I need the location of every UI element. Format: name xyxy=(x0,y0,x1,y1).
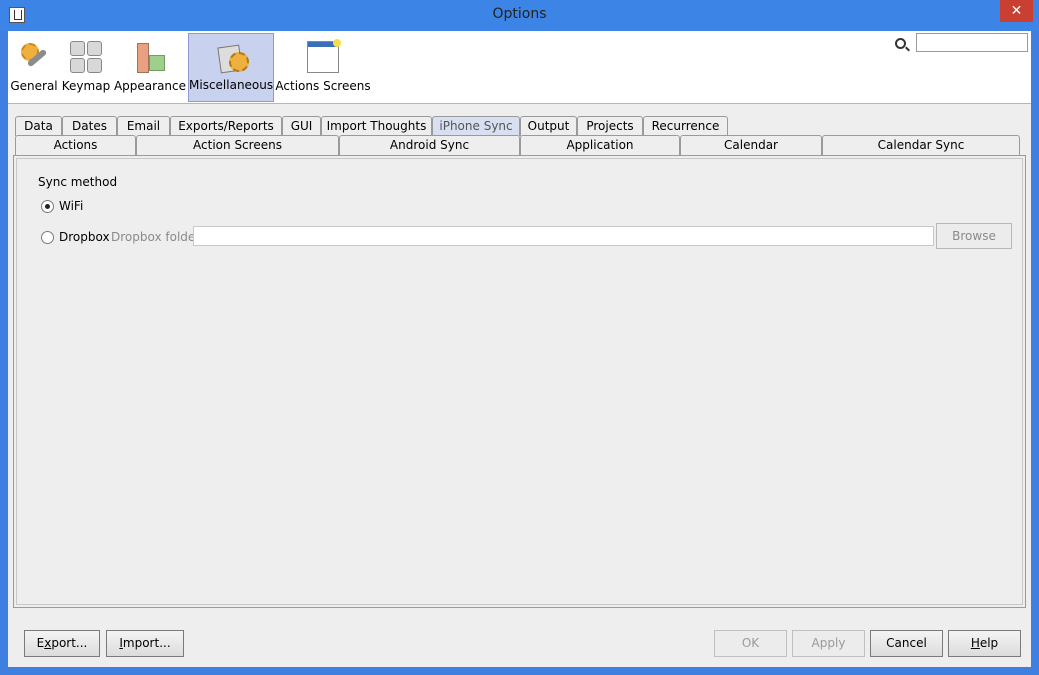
search-input[interactable] xyxy=(916,33,1028,52)
title-bar: Options ✕ xyxy=(0,0,1039,31)
tab-calendar-sync[interactable]: Calendar Sync xyxy=(822,135,1020,155)
appearance-icon xyxy=(134,41,166,73)
tab-projects[interactable]: Projects xyxy=(577,116,643,136)
help-button[interactable]: Help xyxy=(948,630,1021,657)
category-actions-screens-label: Actions Screens xyxy=(275,79,371,93)
category-general[interactable]: General xyxy=(8,33,60,102)
category-keymap[interactable]: Keymap xyxy=(60,33,112,102)
dropbox-folder-input[interactable] xyxy=(193,226,934,246)
sync-method-label: Sync method xyxy=(38,175,118,189)
tab-gui[interactable]: GUI xyxy=(282,116,321,136)
tab-exports-reports[interactable]: Exports/Reports xyxy=(170,116,282,136)
category-toolbar: General Keymap Appearance Miscellaneous … xyxy=(8,31,1031,104)
category-actions-screens[interactable]: Actions Screens xyxy=(274,33,372,102)
category-miscellaneous-label: Miscellaneous xyxy=(189,78,274,92)
tab-iphone-sync[interactable]: iPhone Sync xyxy=(432,116,520,136)
keymap-icon xyxy=(70,41,102,73)
dropbox-folder-label: Dropbox folder xyxy=(111,230,201,244)
tab-dates[interactable]: Dates xyxy=(62,116,117,136)
wifi-radio[interactable] xyxy=(41,200,54,213)
wifi-label[interactable]: WiFi xyxy=(59,199,83,213)
export-button[interactable]: Export... xyxy=(24,630,100,657)
cancel-button[interactable]: Cancel xyxy=(870,630,943,657)
category-keymap-label: Keymap xyxy=(61,79,111,93)
category-general-label: General xyxy=(10,79,58,93)
iphone-sync-panel: Sync method WiFi Dropbox Dropbox folder … xyxy=(13,155,1026,608)
tab-email[interactable]: Email xyxy=(117,116,170,136)
browse-button[interactable]: Browse xyxy=(936,223,1012,249)
import-button[interactable]: Import... xyxy=(106,630,184,657)
options-window: Options ✕ General Keymap Appearance Misc… xyxy=(0,0,1039,675)
dropbox-radio[interactable] xyxy=(41,231,54,244)
tab-action-screens[interactable]: Action Screens xyxy=(136,135,339,155)
tab-recurrence[interactable]: Recurrence xyxy=(643,116,728,136)
tab-actions[interactable]: Actions xyxy=(15,135,136,155)
tab-android-sync[interactable]: Android Sync xyxy=(339,135,520,155)
tab-row-1: Data Dates Email Exports/Reports GUI Imp… xyxy=(8,116,1031,136)
miscellaneous-icon xyxy=(215,42,249,74)
category-appearance-label: Appearance xyxy=(113,79,187,93)
search-icon xyxy=(895,38,906,49)
dropbox-label[interactable]: Dropbox xyxy=(59,230,110,244)
actions-screens-icon xyxy=(307,39,341,73)
tab-calendar[interactable]: Calendar xyxy=(680,135,822,155)
tab-application[interactable]: Application xyxy=(520,135,680,155)
tab-import-thoughts[interactable]: Import Thoughts xyxy=(321,116,432,136)
category-miscellaneous[interactable]: Miscellaneous xyxy=(188,33,274,102)
general-icon xyxy=(18,41,50,73)
ok-button[interactable]: OK xyxy=(714,630,787,657)
dialog-client-area: General Keymap Appearance Miscellaneous … xyxy=(8,31,1031,667)
category-appearance[interactable]: Appearance xyxy=(112,33,188,102)
apply-button[interactable]: Apply xyxy=(792,630,865,657)
tab-output[interactable]: Output xyxy=(520,116,577,136)
tab-row-2: Actions Action Screens Android Sync Appl… xyxy=(8,135,1031,155)
tab-data[interactable]: Data xyxy=(15,116,62,136)
close-button[interactable]: ✕ xyxy=(1000,0,1033,22)
window-title: Options xyxy=(492,6,547,22)
